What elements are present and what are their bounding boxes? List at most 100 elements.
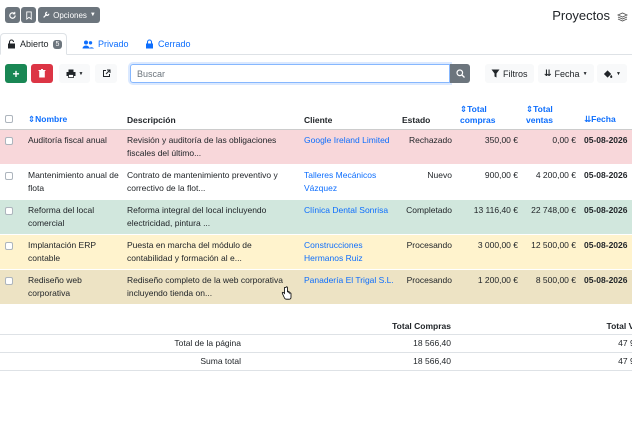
col-estado-label: Estado xyxy=(402,114,431,125)
totals-label-col xyxy=(0,318,245,335)
caret-down-icon: ▼ xyxy=(582,70,588,77)
search-input[interactable] xyxy=(128,62,452,85)
col-nombre-label: Nombre xyxy=(35,113,68,124)
top-bar: Opciones ▼ Proyectos xyxy=(0,0,632,32)
options-label: Opciones xyxy=(53,10,87,20)
col-total-compras-label-2: compras xyxy=(460,114,496,125)
bookmark-button[interactable] xyxy=(21,7,36,23)
cell-fecha: 05-08-2026 xyxy=(580,269,632,305)
sort-date-label: Fecha xyxy=(554,68,580,79)
cell-nombre: Reforma del local comercial xyxy=(24,199,123,235)
lock-icon xyxy=(146,39,153,49)
totals-ventas-header: Total Ventas xyxy=(455,318,632,335)
filter-icon xyxy=(491,69,500,78)
table-row[interactable]: Reforma del local comercial Reforma inte… xyxy=(0,199,632,235)
totals-sum-row: Suma total 18 566,40 47 948,00 xyxy=(0,352,632,371)
table-row[interactable]: Mantenimiento anual de flota Contrato de… xyxy=(0,164,632,200)
trash-icon xyxy=(38,69,46,78)
delete-button[interactable] xyxy=(31,64,53,83)
table-row[interactable]: Implantación ERP contable Puesta en marc… xyxy=(0,234,632,270)
tab-abierto-label: Abierto xyxy=(20,39,49,49)
col-total-compras-label-1: Total xyxy=(467,103,487,114)
row-checkbox[interactable] xyxy=(5,276,13,285)
row-checkbox[interactable] xyxy=(5,241,13,250)
col-total-ventas[interactable]: ⇕Total ventas xyxy=(522,98,580,130)
cell-compras: 900,00 € xyxy=(456,164,522,200)
totals-page-ventas: 47 948,00 xyxy=(455,334,632,353)
options-dropdown-button[interactable]: Opciones ▼ xyxy=(38,7,100,23)
cell-nombre: Rediseño web corporativa xyxy=(24,269,123,305)
cell-cliente-link[interactable]: Construcciones Hermanos Ruiz xyxy=(300,234,398,270)
totals-sum-ventas: 47 948,00 xyxy=(455,352,632,371)
row-select-cell xyxy=(0,269,24,305)
filters-label: Filtros xyxy=(503,68,528,79)
paint-bucket-icon xyxy=(603,69,613,78)
cell-ventas: 4 200,00 € xyxy=(522,164,580,200)
select-all-cell xyxy=(0,98,24,130)
color-dropdown-button[interactable]: ▼ xyxy=(597,64,627,83)
print-dropdown-button[interactable]: ▼ xyxy=(59,64,90,83)
cell-compras: 13 116,40 € xyxy=(456,199,522,235)
table-row[interactable]: Rediseño web corporativa Rediseño comple… xyxy=(0,269,632,305)
col-descripcion-label: Descripción xyxy=(127,114,176,125)
plus-icon: + xyxy=(12,66,20,81)
col-descripcion: Descripción xyxy=(123,98,300,130)
cell-cliente-link[interactable]: Clínica Dental Sonrisa xyxy=(300,199,398,235)
cell-compras: 3 000,00 € xyxy=(456,234,522,270)
cell-descripcion: Revisión y auditoría de las obligaciones… xyxy=(123,129,300,165)
row-select-cell xyxy=(0,199,24,235)
cell-nombre: Mantenimiento anual de flota xyxy=(24,164,123,200)
cell-fecha: 05-08-2026 xyxy=(580,129,632,165)
cell-compras: 350,00 € xyxy=(456,129,522,165)
cell-ventas: 12 500,00 € xyxy=(522,234,580,270)
cell-nombre: Implantación ERP contable xyxy=(24,234,123,270)
caret-down-icon: ▼ xyxy=(616,70,621,77)
table-row[interactable]: Auditoría fiscal anual Revisión y audito… xyxy=(0,129,632,165)
new-button[interactable]: + xyxy=(5,64,27,83)
select-all-checkbox[interactable] xyxy=(5,114,13,123)
row-checkbox[interactable] xyxy=(5,136,13,145)
col-fecha[interactable]: ⇊Fecha xyxy=(580,98,632,130)
cell-fecha: 05-08-2026 xyxy=(580,234,632,270)
cell-cliente-link[interactable]: Talleres Mecánicos Vázquez xyxy=(300,164,398,200)
totals-compras-header: Total Compras xyxy=(245,318,455,335)
search-button[interactable] xyxy=(450,64,470,83)
export-button[interactable] xyxy=(95,64,117,83)
cell-estado: Completado xyxy=(398,199,456,235)
col-total-compras[interactable]: ⇕Total compras xyxy=(456,98,522,130)
cell-descripcion: Rediseño completo de la web corporativa … xyxy=(123,269,300,305)
reload-button[interactable] xyxy=(5,7,20,23)
row-select-cell xyxy=(0,129,24,165)
totals-table: Total Compras Total Ventas Total de la p… xyxy=(0,318,632,371)
col-nombre[interactable]: ⇕Nombre xyxy=(24,98,123,130)
mouse-pointer-icon xyxy=(281,286,292,300)
col-fecha-label: Fecha xyxy=(591,113,616,124)
bookmark-icon xyxy=(25,10,32,20)
tab-bar: Abierto 5 Privado Cerrado xyxy=(0,33,632,55)
page-title: Proyectos xyxy=(552,8,610,23)
cell-descripcion: Puesta en marcha del módulo de contabili… xyxy=(123,234,300,270)
col-cliente-label: Cliente xyxy=(304,114,333,125)
totals-page-compras: 18 566,40 xyxy=(245,334,455,353)
cell-estado: Procesando xyxy=(398,269,456,305)
cell-compras: 1 200,00 € xyxy=(456,269,522,305)
refresh-icon xyxy=(9,11,16,19)
filters-button[interactable]: Filtros xyxy=(485,64,534,83)
stack-icon xyxy=(617,12,628,22)
tab-cerrado[interactable]: Cerrado xyxy=(145,33,191,55)
wrench-icon xyxy=(43,11,50,18)
cell-estado: Rechazado xyxy=(398,129,456,165)
tab-privado[interactable]: Privado xyxy=(82,33,129,55)
cell-cliente-link[interactable]: Google Ireland Limited xyxy=(300,129,398,165)
row-checkbox[interactable] xyxy=(5,171,13,180)
sort-date-dropdown[interactable]: ⇊ Fecha ▼ xyxy=(538,64,594,83)
projects-table: ⇕Nombre Descripción Cliente Estado ⇕Tota… xyxy=(0,98,632,305)
row-checkbox[interactable] xyxy=(5,206,13,215)
caret-down-icon: ▼ xyxy=(78,70,84,77)
cell-ventas: 8 500,00 € xyxy=(522,269,580,305)
tab-abierto[interactable]: Abierto 5 xyxy=(0,33,68,55)
col-estado: Estado xyxy=(398,98,456,130)
cell-cliente-link[interactable]: Panadería El Trigal S.L. xyxy=(300,269,398,305)
totals-sum-compras: 18 566,40 xyxy=(245,352,455,371)
table-header-row: ⇕Nombre Descripción Cliente Estado ⇕Tota… xyxy=(0,98,632,130)
